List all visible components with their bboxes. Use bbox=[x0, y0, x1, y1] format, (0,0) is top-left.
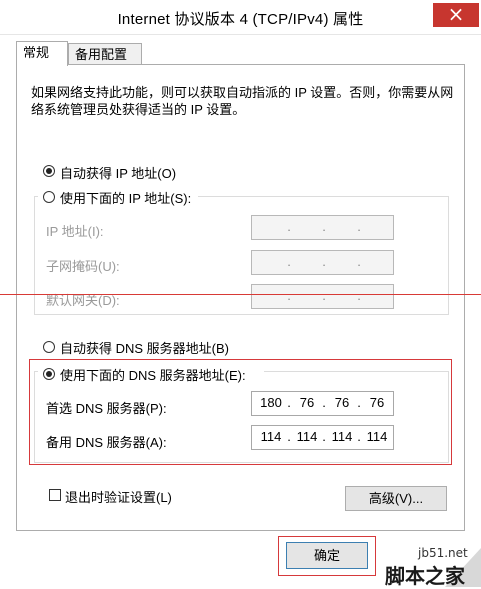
validate-label[interactable]: 退出时验证设置(L) bbox=[65, 487, 172, 506]
close-button[interactable]: × bbox=[433, 3, 479, 27]
preferred-dns-label: 首选 DNS 服务器(P): bbox=[46, 401, 167, 416]
watermark-brand: 脚本之家 bbox=[385, 564, 465, 588]
intro-line-2: 络系统管理员处获得适当的 IP 设置。 bbox=[31, 102, 246, 117]
tab-alternate-config[interactable]: 备用配置 bbox=[68, 43, 142, 66]
default-gateway-field[interactable]: ... bbox=[251, 284, 394, 309]
dns-manual-label[interactable]: 使用下面的 DNS 服务器地址(E): bbox=[60, 365, 246, 384]
subnet-mask-field[interactable]: ... bbox=[251, 250, 394, 275]
dns-manual-radio[interactable] bbox=[43, 368, 55, 380]
octet: 114 bbox=[331, 429, 353, 444]
octet: 76 bbox=[334, 395, 350, 410]
dns-auto-radio[interactable] bbox=[43, 341, 55, 353]
octet: 114 bbox=[366, 429, 388, 444]
preferred-dns-field[interactable]: 180 . 76 . 76 . 76 bbox=[251, 391, 394, 416]
window-title: Internet 协议版本 4 (TCP/IPv4) 属性 bbox=[117, 11, 364, 28]
subnet-mask-label: 子网掩码(U): bbox=[46, 259, 120, 274]
ip-auto-label[interactable]: 自动获得 IP 地址(O) bbox=[60, 163, 176, 182]
tab-general[interactable]: 常规 bbox=[16, 41, 68, 66]
ip-address-label: IP 地址(I): bbox=[46, 224, 104, 239]
radio-selected-dot bbox=[46, 371, 52, 377]
annotation-line bbox=[0, 294, 481, 295]
default-gateway-label: 默认网关(D): bbox=[46, 293, 120, 308]
alternate-dns-label: 备用 DNS 服务器(A): bbox=[46, 435, 167, 450]
close-icon: × bbox=[447, 2, 465, 26]
alternate-dns-field[interactable]: 114 . 114 . 114 . 114 bbox=[251, 425, 394, 450]
dns-auto-label[interactable]: 自动获得 DNS 服务器地址(B) bbox=[60, 338, 229, 357]
octet: 76 bbox=[369, 395, 385, 410]
validate-checkbox[interactable] bbox=[49, 489, 61, 501]
ok-button[interactable]: 确定 bbox=[286, 542, 368, 569]
octet: 180 bbox=[260, 395, 282, 410]
octet: 76 bbox=[299, 395, 315, 410]
octet: 114 bbox=[296, 429, 318, 444]
octet: 114 bbox=[260, 429, 282, 444]
radio-selected-dot bbox=[46, 168, 52, 174]
advanced-button[interactable]: 高级(V)... bbox=[345, 486, 447, 511]
ip-address-field[interactable]: ... bbox=[251, 215, 394, 240]
ip-auto-radio[interactable] bbox=[43, 165, 55, 177]
ip-manual-label[interactable]: 使用下面的 IP 地址(S): bbox=[60, 188, 191, 207]
ip-manual-radio[interactable] bbox=[43, 191, 55, 203]
watermark-site: jb51.net bbox=[418, 546, 468, 560]
